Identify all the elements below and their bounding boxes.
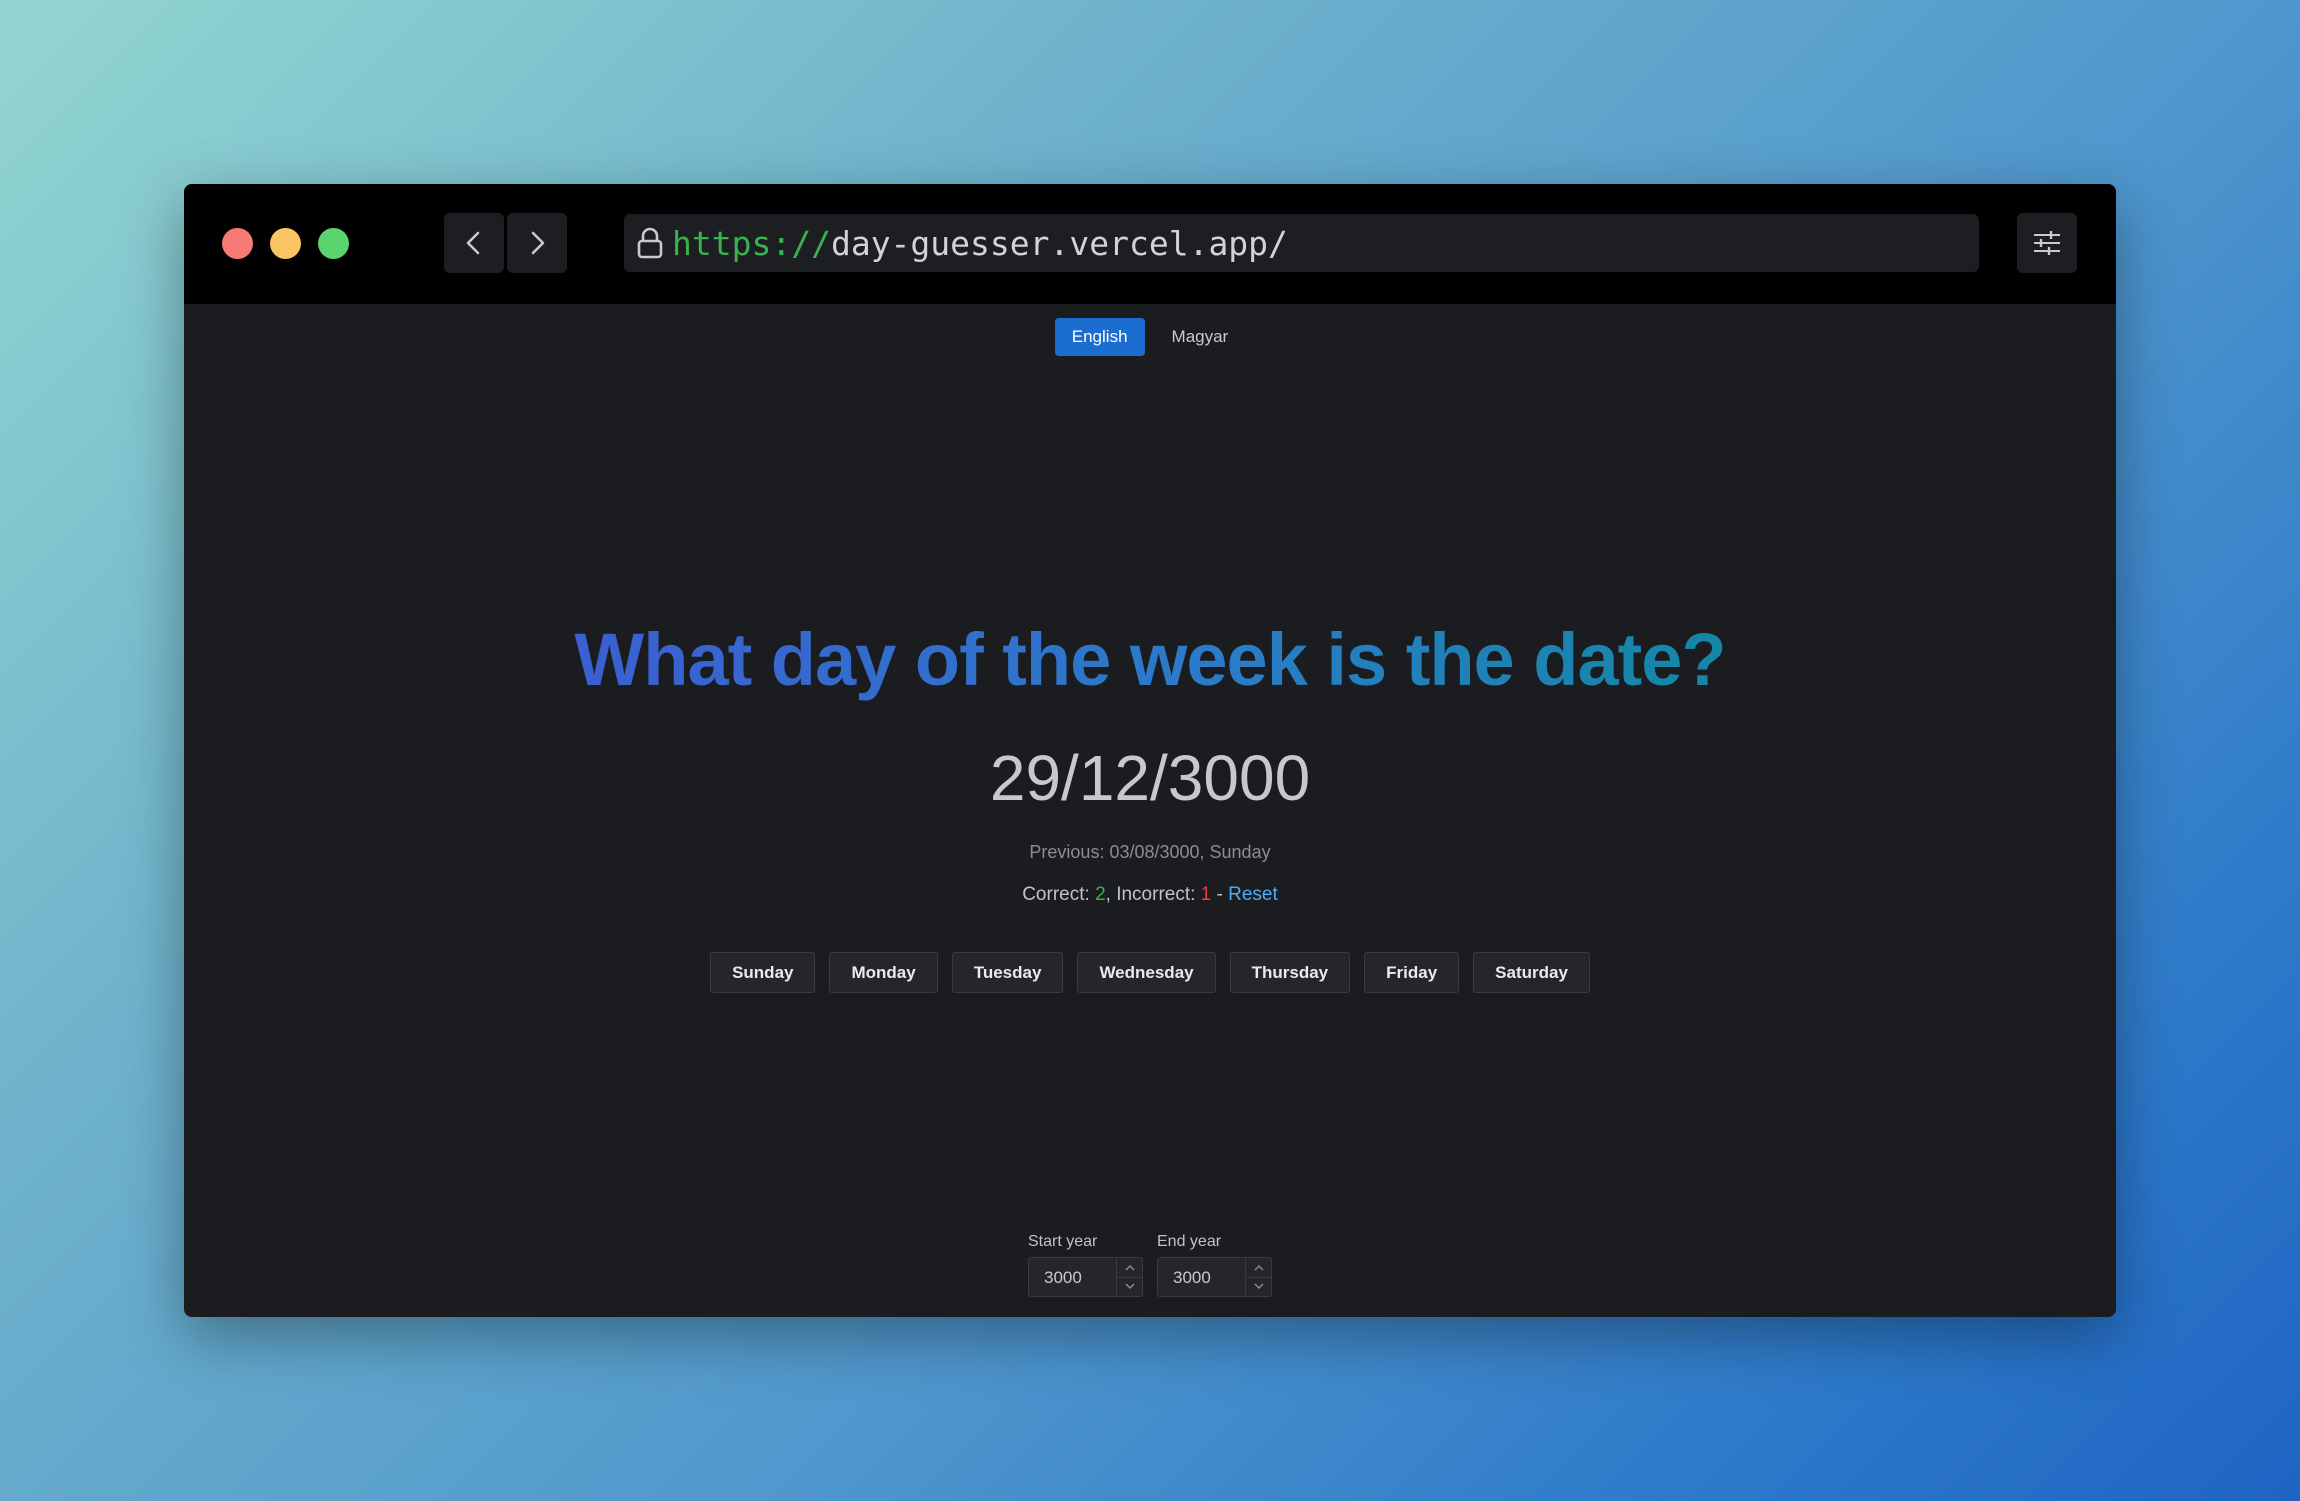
language-english-button[interactable]: English [1054, 318, 1145, 356]
incorrect-count: 1 [1200, 884, 1212, 905]
forward-button[interactable] [507, 213, 567, 273]
minimize-window-button[interactable] [270, 228, 301, 259]
browser-toolbar: https://day-guesser.vercel.app/ [184, 184, 2116, 304]
end-year-label: End year [1157, 1233, 1222, 1250]
chevron-up-icon [1254, 1264, 1263, 1271]
day-button-wednesday[interactable]: Wednesday [1077, 952, 1216, 993]
sliders-icon [2034, 231, 2060, 255]
day-button-tuesday[interactable]: Tuesday [951, 952, 1064, 993]
end-year-input[interactable]: 3000 [1157, 1257, 1272, 1297]
correct-label: Correct: [1022, 884, 1096, 905]
day-button-monday[interactable]: Monday [829, 952, 938, 993]
start-year-label: Start year [1028, 1233, 1098, 1250]
start-year-decrement[interactable] [1117, 1278, 1142, 1297]
back-button[interactable] [444, 213, 504, 273]
end-year-decrement[interactable] [1246, 1278, 1271, 1297]
day-button-thursday[interactable]: Thursday [1229, 952, 1351, 993]
score-separator: - [1211, 884, 1229, 905]
incorrect-label: , Incorrect: [1105, 884, 1201, 905]
day-button-saturday[interactable]: Saturday [1473, 952, 1590, 993]
url-scheme: https:// [672, 223, 831, 263]
browser-window: https://day-guesser.vercel.app/ English … [184, 184, 2116, 1317]
previous-result: Previous: 03/08/3000, Sunday [1029, 842, 1271, 862]
chevron-down-icon [1125, 1283, 1134, 1290]
start-year-stepper [1116, 1258, 1142, 1296]
day-button-friday[interactable]: Friday [1364, 952, 1460, 993]
year-range: Start year 3000 End year 3000 [184, 1233, 2116, 1297]
end-year-group: End year 3000 [1157, 1233, 1272, 1297]
page-content: English Magyar What day of the week is t… [184, 304, 2116, 1317]
start-year-group: Start year 3000 [1028, 1233, 1143, 1297]
start-year-input[interactable]: 3000 [1028, 1257, 1143, 1297]
chevron-right-icon [531, 231, 545, 255]
chevron-left-icon [466, 231, 480, 255]
score-line: Correct: 2, Incorrect: 1 - Reset [184, 884, 2116, 906]
end-year-value: 3000 [1173, 1268, 1211, 1287]
correct-count: 2 [1095, 884, 1106, 905]
lock-icon [636, 227, 664, 259]
start-year-increment[interactable] [1117, 1258, 1142, 1278]
start-year-value: 3000 [1044, 1268, 1082, 1287]
day-button-sunday[interactable]: Sunday [710, 952, 816, 993]
page-title: What day of the week is the date? [574, 618, 1726, 701]
day-buttons: Sunday Monday Tuesday Wednesday Thursday… [184, 952, 2116, 993]
chevron-up-icon [1125, 1264, 1134, 1271]
close-window-button[interactable] [222, 228, 253, 259]
end-year-increment[interactable] [1246, 1258, 1271, 1278]
end-year-stepper [1245, 1258, 1271, 1296]
language-magyar-button[interactable]: Magyar [1155, 318, 1246, 356]
settings-button[interactable] [2017, 213, 2077, 273]
chevron-down-icon [1254, 1283, 1263, 1290]
url-host: day-guesser.vercel.app/ [830, 223, 1288, 263]
target-date: 29/12/3000 [989, 742, 1311, 814]
url-text: https://day-guesser.vercel.app/ [672, 224, 1288, 263]
reset-link[interactable]: Reset [1228, 884, 1278, 905]
address-bar[interactable]: https://day-guesser.vercel.app/ [624, 214, 1979, 272]
maximize-window-button[interactable] [318, 228, 349, 259]
language-switcher: English Magyar [184, 318, 2116, 356]
